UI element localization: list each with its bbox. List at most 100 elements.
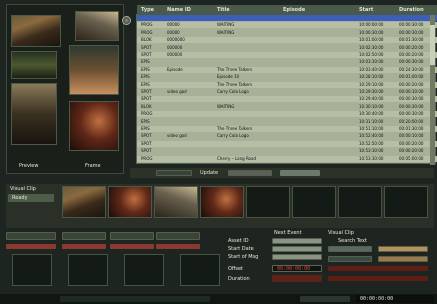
table-cell-title: WAITING <box>217 29 235 35</box>
start-date-field[interactable] <box>272 246 322 252</box>
ready-button[interactable]: Ready <box>8 194 54 202</box>
search-field-1[interactable] <box>328 246 372 252</box>
table-scrollbar[interactable] <box>430 15 435 165</box>
control-field-2[interactable] <box>62 232 106 240</box>
table-row[interactable]: EPIS The Three Talkers 10:29:10:00 00:00:20… <box>137 81 437 88</box>
table-row[interactable]: PROG Cherry – Lang Road 10:53:30:00 00:05:0… <box>137 155 437 162</box>
table-cell-start: 10:31:10:00 <box>359 118 384 124</box>
table-row[interactable]: EPIS 10:31:10:00 00:20:00:00 <box>137 119 437 125</box>
offset-timecode[interactable]: 00:00:00:00 <box>272 265 322 272</box>
search-field-4[interactable] <box>378 256 428 262</box>
col-title[interactable]: Title <box>217 7 230 13</box>
table-cell-start: 10:02:30:00 <box>359 44 384 50</box>
table-cell-duration: 00:00:30:00 <box>399 103 424 109</box>
asset-id-field[interactable] <box>272 238 322 244</box>
filmstrip-frame-1[interactable] <box>62 186 106 218</box>
table-cell-duration: 00:00:10:00 <box>399 133 424 139</box>
filmstrip-frame-5[interactable] <box>246 186 290 218</box>
duration-label: Duration <box>228 276 250 282</box>
monitor-box-2[interactable] <box>68 254 108 286</box>
table-row[interactable] <box>137 15 437 21</box>
table-row[interactable]: SPOT 10:29:40:00 00:00:30:00 <box>137 96 437 103</box>
table-cell-type: SPOT <box>141 44 152 50</box>
jog-dial-icon[interactable] <box>122 16 131 25</box>
table-row[interactable]: SPOT video god Carry Cola Logo 10:52:40:00 0… <box>137 133 437 139</box>
preview-tile-mid[interactable] <box>69 45 119 95</box>
search-field-3[interactable] <box>328 256 372 262</box>
table-row[interactable]: SPOT 000000 10:02:50:00 00:00:20:00 <box>137 52 437 58</box>
scrollbar-thumb[interactable] <box>430 25 435 65</box>
offset-label: Offset <box>228 266 244 272</box>
table-row[interactable]: EPIS Episode 10 10:28:10:00 00:01:00:00 <box>137 74 437 80</box>
control-field-1[interactable] <box>6 232 56 240</box>
col-name-id[interactable]: Name ID <box>167 7 191 13</box>
preview-tile-left-1[interactable] <box>11 51 57 79</box>
ready-label: Ready <box>12 195 28 201</box>
table-row[interactable]: EPIS The Three Talkers 10:51:10:00 00:01:30… <box>137 126 437 132</box>
table-cell-title: Carry Cola Logo <box>217 133 249 139</box>
filmstrip-frame-6[interactable] <box>292 186 336 218</box>
filmstrip-frame-4[interactable] <box>200 186 244 218</box>
col-type[interactable]: Type <box>141 7 154 13</box>
table-row[interactable]: PROG 00000 WAITING 10:00:00:00 00:00:30:00 <box>137 22 437 29</box>
preview-tile-top[interactable] <box>75 11 119 41</box>
table-row[interactable]: SPOT 000000 10:02:30:00 00:00:20:00 <box>137 45 437 51</box>
table-row[interactable]: PROG 00000 WAITING 10:00:30:00 00:00:30:00 <box>137 30 437 36</box>
table-cell-type: SPOT <box>141 52 152 57</box>
table-cell-start: 10:29:30:00 <box>359 89 384 94</box>
table-row[interactable]: SPOT video god Carry Cola Logo 10:29:30:00 0… <box>137 89 437 95</box>
panel-bar-1[interactable] <box>328 266 428 271</box>
filmstrip-frame-3[interactable] <box>154 186 198 218</box>
monitor-box-1[interactable] <box>12 254 52 286</box>
table-cell-title: Cherry – Lang Road <box>217 155 256 161</box>
filmstrip-frame-2[interactable] <box>108 186 152 218</box>
table-row[interactable]: EPIS 10:03:10:00 00:00:30:00 <box>137 59 437 65</box>
table-row[interactable]: PROG 10:30:40:00 00:00:30:00 <box>137 111 437 118</box>
mid-field-left[interactable] <box>156 170 192 176</box>
mid-action-button[interactable] <box>280 170 320 176</box>
filmstrip-frame-8[interactable] <box>384 186 428 218</box>
preview-tile-large[interactable] <box>11 15 61 47</box>
search-text-label: Search Text <box>338 238 367 244</box>
table-cell-start: 10:00:30:00 <box>359 29 384 35</box>
detail-panel: Next Event Visual Clip Search Text Asset… <box>228 230 434 290</box>
table-cell-type: SPOT <box>141 89 152 94</box>
col-start[interactable]: Start <box>359 7 373 13</box>
search-field-2[interactable] <box>378 246 428 252</box>
table-row[interactable]: BLOK WAITING 10:30:10:00 00:00:30:00 <box>137 104 437 110</box>
table-row[interactable]: EPIS Episode The Three Talkers 10:03:40:00 0… <box>137 66 437 73</box>
control-bar-1[interactable] <box>6 244 56 249</box>
mid-field-right[interactable] <box>228 170 272 176</box>
table-cell-type: EPIS <box>141 118 150 124</box>
col-duration[interactable]: Duration <box>399 7 424 13</box>
monitor-box-3[interactable] <box>124 254 164 286</box>
control-field-4[interactable] <box>156 232 200 240</box>
table-row[interactable]: SPOT 10:53:10:00 00:00:20:00 <box>137 148 437 154</box>
control-bar-4[interactable] <box>156 244 200 249</box>
start-msg-field[interactable] <box>272 254 322 260</box>
table-cell-duration: 00:00:30:00 <box>399 59 424 65</box>
preview-tile-bottom[interactable] <box>69 101 119 151</box>
col-episode[interactable]: Episode <box>283 7 305 13</box>
filmstrip-frame-7[interactable] <box>338 186 382 218</box>
table-cell-title: WAITING <box>217 22 235 28</box>
monitor-box-4[interactable] <box>180 254 220 286</box>
table-row[interactable]: BLOK 0000000 10:01:00:00 00:01:30:00 <box>137 37 437 44</box>
table-row[interactable]: SPOT 10:52:50:00 00:00:20:00 <box>137 140 437 147</box>
filmstrip[interactable] <box>62 186 434 220</box>
control-bar-2[interactable] <box>62 244 106 249</box>
table-cell-type: EPIS <box>141 66 150 72</box>
table-cell-type: PROG <box>141 155 153 161</box>
table-cell-start: 10:03:10:00 <box>359 59 384 65</box>
status-segment-2 <box>300 296 350 302</box>
preview-tile-left-2[interactable] <box>11 83 57 145</box>
next-event-header: Next Event <box>274 230 302 236</box>
panel-bar-2[interactable] <box>328 276 428 281</box>
table-cell-duration: 00:00:20:00 <box>399 148 424 154</box>
table-cell-start: 10:01:00:00 <box>359 37 384 43</box>
duration-timecode[interactable] <box>272 275 322 282</box>
lower-left-controls <box>6 230 264 294</box>
control-field-3[interactable] <box>110 232 154 240</box>
control-bar-3[interactable] <box>110 244 154 249</box>
visual-clip-caption: Visual Clip <box>10 186 36 192</box>
